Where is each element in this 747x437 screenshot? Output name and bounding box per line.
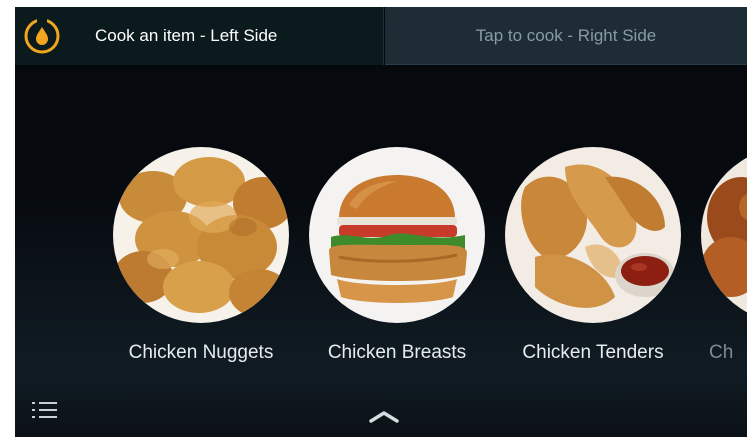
menu-item-label: Ch	[709, 342, 734, 363]
fryer-screen: Cook an item - Left Side Tap to cook - R…	[15, 7, 747, 437]
tab-right-side[interactable]: Tap to cook - Right Side	[385, 7, 747, 65]
menu-item-label: Chicken Tenders	[522, 342, 664, 363]
chevron-up-icon[interactable]	[368, 409, 400, 423]
chicken-sandwich-image	[309, 147, 485, 323]
chicken-nuggets-image	[113, 147, 289, 323]
tab-right-label: Tap to cook - Right Side	[475, 26, 657, 45]
menu-carousel[interactable]: Chicken Nuggets Chicken Breasts Chicken …	[15, 147, 747, 377]
header: Cook an item - Left Side Tap to cook - R…	[15, 7, 747, 65]
tab-left-label: Cook an item - Left Side	[95, 26, 278, 45]
chicken-tenders-image	[505, 147, 681, 323]
list-icon[interactable]	[31, 400, 61, 420]
oil-drop-icon[interactable]	[23, 17, 61, 55]
menu-item-chicken-breasts[interactable]: Chicken Breasts	[297, 147, 497, 377]
menu-item-chicken-tenders[interactable]: Chicken Tenders	[493, 147, 693, 377]
menu-item-chicken-nuggets[interactable]: Chicken Nuggets	[101, 147, 301, 377]
menu-item-partial[interactable]: Ch	[689, 147, 747, 377]
fried-chicken-image	[701, 147, 747, 323]
tab-left-side[interactable]: Cook an item - Left Side	[15, 7, 384, 65]
